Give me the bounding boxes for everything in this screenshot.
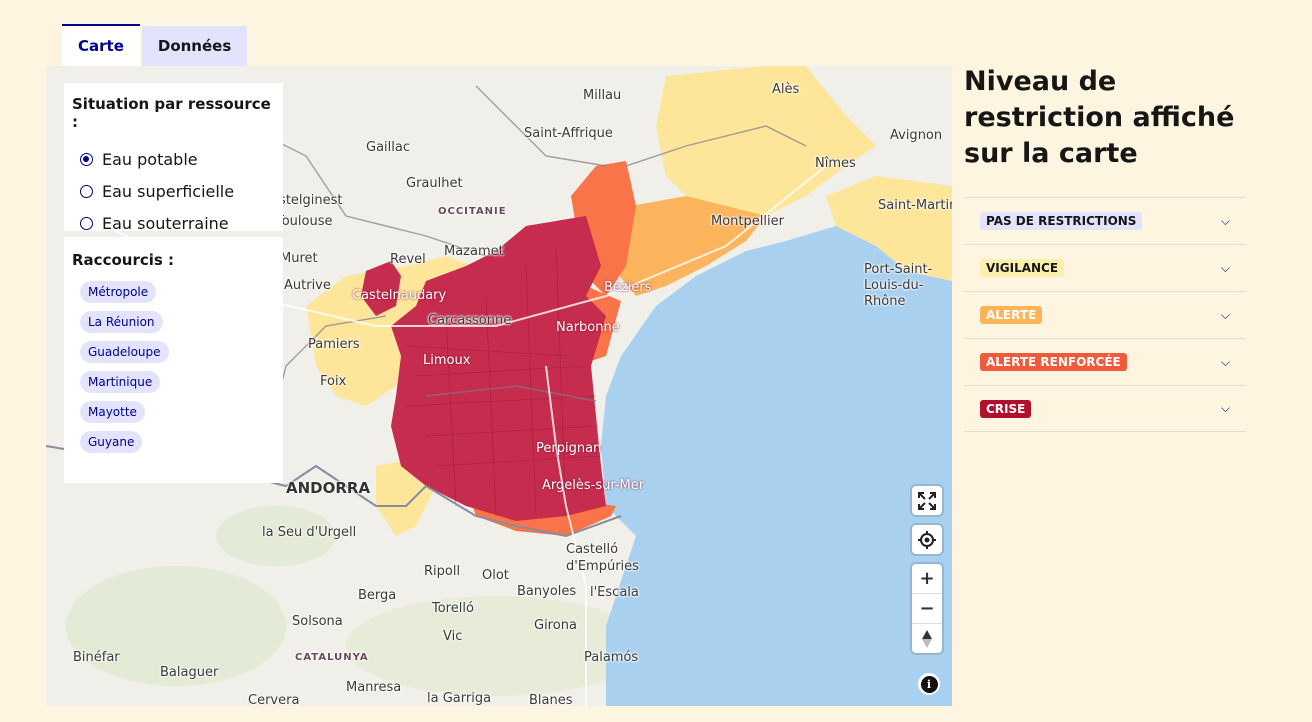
compass-icon[interactable] — [912, 623, 942, 653]
legend-row-alerte[interactable]: ALERTE ⌵ — [964, 291, 1246, 338]
legend-row-pas-de-restrictions[interactable]: PAS DE RESTRICTIONS ⌵ — [964, 197, 1246, 244]
place-label: Mazamet — [444, 244, 504, 259]
resource-panel-title: Situation par ressource : — [72, 95, 271, 131]
zoom-out-button[interactable]: − — [912, 593, 942, 623]
radio-button[interactable] — [80, 184, 93, 198]
place-label: Avignon — [890, 128, 943, 143]
level-badge: CRISE — [980, 399, 1032, 418]
shortcuts-panel-title: Raccourcis : — [72, 251, 175, 269]
chevron-down-icon[interactable]: ⌵ — [1221, 261, 1230, 276]
place-label: Muret — [280, 251, 318, 266]
place-label: Manresa — [346, 680, 402, 695]
level-badge: PAS DE RESTRICTIONS — [980, 212, 1143, 230]
place-label: Balaguer — [160, 665, 219, 680]
place-label: Castelnaudary — [352, 288, 447, 303]
place-label: Palamós — [584, 650, 639, 665]
shortcut-guadeloupe[interactable]: Guadeloupe — [80, 341, 169, 363]
place-label: Perpignan — [536, 441, 602, 456]
place-label: Béziers — [604, 280, 652, 295]
shortcut-la-reunion[interactable]: La Réunion — [80, 311, 163, 333]
country-label: ANDORRA — [286, 479, 371, 497]
fullscreen-control[interactable] — [912, 486, 942, 515]
resource-panel: Situation par ressource : Eau potable Ea… — [64, 83, 283, 233]
place-label: Ripoll — [424, 564, 461, 579]
place-label: Gaillac — [366, 140, 410, 155]
place-label: Foix — [320, 374, 347, 389]
place-label: Autrive — [284, 278, 331, 293]
place-label: Olot — [482, 568, 509, 583]
place-label: Saint-Affrique — [524, 126, 613, 141]
place-label: Berga — [358, 588, 397, 603]
place-label: Castelló d'Empúries — [566, 542, 639, 574]
place-label: Binéfar — [73, 650, 120, 665]
tab-donnees[interactable]: Données — [141, 26, 248, 66]
info-icon[interactable]: i — [920, 675, 938, 693]
radio-eau-superficielle[interactable]: Eau superficielle — [72, 175, 275, 207]
tab-bar: Carte Données — [62, 24, 248, 66]
place-label: Saint-Martin-de-Crau — [878, 198, 952, 213]
shortcut-martinique[interactable]: Martinique — [80, 371, 161, 393]
place-label: Pamiers — [308, 337, 360, 352]
restriction-legend: PAS DE RESTRICTIONS ⌵ VIGILANCE ⌵ ALERTE… — [964, 197, 1246, 432]
radio-button[interactable] — [80, 152, 93, 166]
level-badge: ALERTE RENFORCÉE — [980, 353, 1127, 371]
place-label: Montpellier — [711, 214, 784, 229]
place-label: Limoux — [423, 353, 471, 368]
place-label: Cervera — [248, 693, 300, 706]
place-label: Nîmes — [815, 156, 856, 171]
radio-label: Eau potable — [102, 149, 198, 169]
locate-icon[interactable] — [912, 525, 942, 554]
shortcut-guyane[interactable]: Guyane — [80, 431, 143, 453]
region-label: OCCITANIE — [438, 206, 507, 217]
radio-button[interactable] — [80, 216, 93, 230]
radio-eau-souterraine[interactable]: Eau souterraine — [72, 207, 275, 239]
chevron-down-icon[interactable]: ⌵ — [1221, 355, 1230, 370]
radio-label: Eau superficielle — [102, 181, 235, 201]
place-label: la Garriga — [427, 691, 492, 706]
map-view[interactable]: Millau Alès Saint-Affrique Avignon Gaill… — [46, 66, 952, 706]
place-label: Girona — [534, 618, 577, 633]
chevron-down-icon[interactable]: ⌵ — [1221, 308, 1230, 323]
place-label: Carcassonne — [428, 313, 512, 328]
place-label: la Seu d'Urgell — [262, 525, 357, 540]
radio-label: Eau souterraine — [102, 213, 229, 233]
legend-title: Niveau de restriction affiché sur la car… — [964, 66, 1235, 169]
level-badge: VIGILANCE — [980, 259, 1065, 277]
shortcut-metropole[interactable]: Métropole — [80, 281, 157, 303]
place-label: Argelès-sur-Mer — [542, 478, 645, 493]
place-label: Solsona — [292, 614, 343, 629]
legend-row-vigilance[interactable]: VIGILANCE ⌵ — [964, 244, 1246, 291]
place-label: Millau — [583, 88, 622, 103]
navigation-control: + − — [912, 564, 942, 653]
chevron-down-icon[interactable]: ⌵ — [1221, 214, 1230, 229]
legend-row-alerte-renforcee[interactable]: ALERTE RENFORCÉE ⌵ — [964, 338, 1246, 385]
radio-eau-potable[interactable]: Eau potable — [72, 143, 275, 175]
place-label: Banyoles — [517, 584, 577, 599]
place-label: Narbonne — [556, 320, 620, 335]
geolocate-control[interactable] — [912, 525, 942, 554]
place-label: Graulhet — [406, 176, 463, 191]
place-label: Alès — [772, 82, 800, 97]
attribution-button[interactable]: i — [918, 673, 940, 695]
region-label: CATALUNYA — [295, 652, 369, 663]
place-label: Port-Saint-Louis-du-Rhône — [864, 262, 933, 309]
tab-carte[interactable]: Carte — [62, 24, 140, 66]
fullscreen-icon[interactable] — [912, 486, 942, 515]
place-label: Toulouse — [276, 214, 333, 229]
place-label: l'Escala — [590, 585, 639, 600]
zoom-in-button[interactable]: + — [912, 564, 942, 593]
legend-row-crise[interactable]: CRISE ⌵ — [964, 385, 1246, 432]
place-label: Revel — [390, 252, 426, 267]
place-label: Torelló — [432, 601, 474, 616]
level-badge: ALERTE — [980, 306, 1043, 324]
place-label: Blanes — [529, 693, 573, 706]
shortcuts-panel: Raccourcis : Métropole La Réunion Guadel… — [64, 237, 283, 483]
shortcut-mayotte[interactable]: Mayotte — [80, 401, 145, 423]
chevron-down-icon[interactable]: ⌵ — [1221, 401, 1230, 416]
place-label: Vic — [443, 629, 463, 644]
